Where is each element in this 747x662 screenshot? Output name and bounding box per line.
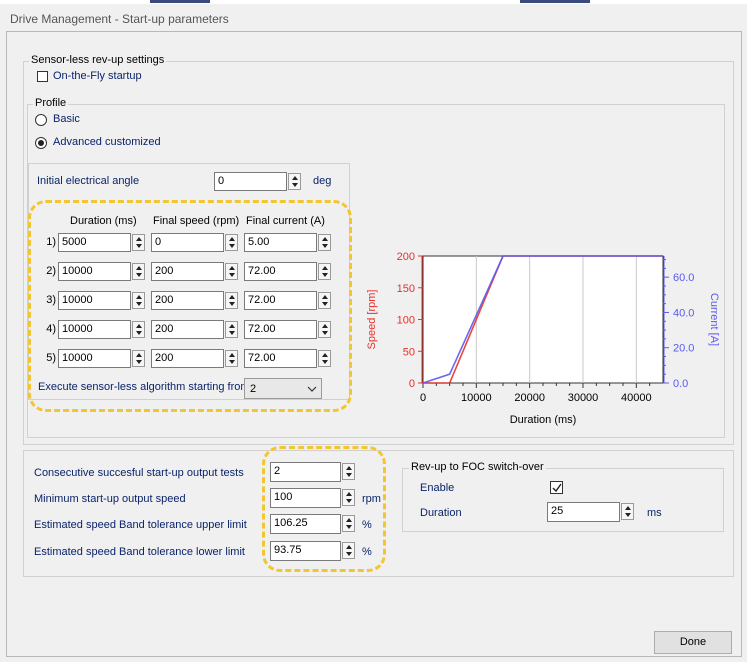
top-strip [0, 0, 747, 4]
highlight-tests-region [262, 446, 386, 572]
x-tick-label: 10000 [461, 392, 492, 404]
y-left-tick-label: 100 [397, 315, 415, 327]
duration-label: Duration [420, 507, 462, 519]
top-strip-segment [150, 0, 210, 3]
foc-duration-unit: ms [647, 507, 662, 519]
x-tick-label: 20000 [514, 392, 545, 404]
startup-profile-chart: 0 10000 20000 30000 40000 0 50 100 150 200 0.0 20.0… [366, 251, 720, 426]
initial-angle-spin-buttons[interactable] [288, 173, 301, 190]
radio-advanced-label[interactable]: Advanced customized [53, 136, 161, 148]
consecutive-tests-label: Consecutive succesful start-up output te… [34, 467, 244, 479]
foc-duration-input[interactable]: 25 [547, 502, 620, 522]
y-right-tick-label: 40.0 [673, 307, 694, 319]
enable-label: Enable [420, 482, 455, 494]
y-left-axis-label: Speed [rpm] [366, 290, 378, 350]
radio-basic-label[interactable]: Basic [53, 113, 80, 125]
foc-duration-spin-buttons[interactable] [621, 503, 634, 520]
y-right-tick-label: 60.0 [673, 272, 694, 284]
on-the-fly-label[interactable]: On-the-Fly startup [53, 70, 142, 82]
y-right-axis-label: Current [A] [708, 293, 720, 346]
initial-angle-label: Initial electrical angle [37, 175, 140, 187]
x-axis-label: Duration (ms) [510, 414, 577, 426]
x-tick-label: 0 [420, 392, 426, 404]
done-button[interactable]: Done [654, 631, 732, 654]
initial-angle-unit: deg [313, 175, 332, 187]
y-left-tick-label: 150 [397, 283, 415, 295]
y-right-tick-label: 20.0 [673, 343, 694, 355]
y-right-tick-label: 0.0 [673, 378, 688, 390]
profile-group-label: Profile [33, 97, 69, 109]
initial-angle-spinner[interactable]: 0 [214, 172, 302, 191]
revup-foc-group-label: Rev-up to FOC switch-over [409, 461, 546, 473]
y-left-tick-label: 50 [403, 346, 415, 358]
radio-selected-dot [38, 140, 44, 146]
upper-limit-label: Estimated speed Band tolerance upper lim… [34, 519, 247, 531]
foc-duration-spinner[interactable]: 25 [547, 502, 635, 522]
plot-area [422, 255, 664, 384]
window-title: Drive Management - Start-up parameters [10, 12, 229, 26]
top-strip-segment [520, 0, 590, 3]
radio-basic[interactable] [35, 114, 47, 126]
revup-foc-group [402, 468, 724, 532]
highlight-table-region [28, 200, 352, 412]
radio-advanced-customized[interactable] [35, 137, 47, 149]
initial-angle-input[interactable]: 0 [214, 172, 287, 191]
enable-checkbox[interactable] [550, 481, 563, 494]
x-tick-label: 40000 [621, 392, 652, 404]
lower-limit-label: Estimated speed Band tolerance lower lim… [34, 546, 245, 558]
x-tick-label: 30000 [568, 392, 599, 404]
y-left-tick-label: 200 [397, 251, 415, 263]
min-speed-label: Minimum start-up output speed [34, 493, 186, 505]
y-left-tick-label: 0 [409, 378, 415, 390]
sensorless-group-label: Sensor-less rev-up settings [29, 54, 167, 66]
checkmark-icon [552, 483, 562, 493]
on-the-fly-checkbox[interactable] [37, 71, 48, 82]
